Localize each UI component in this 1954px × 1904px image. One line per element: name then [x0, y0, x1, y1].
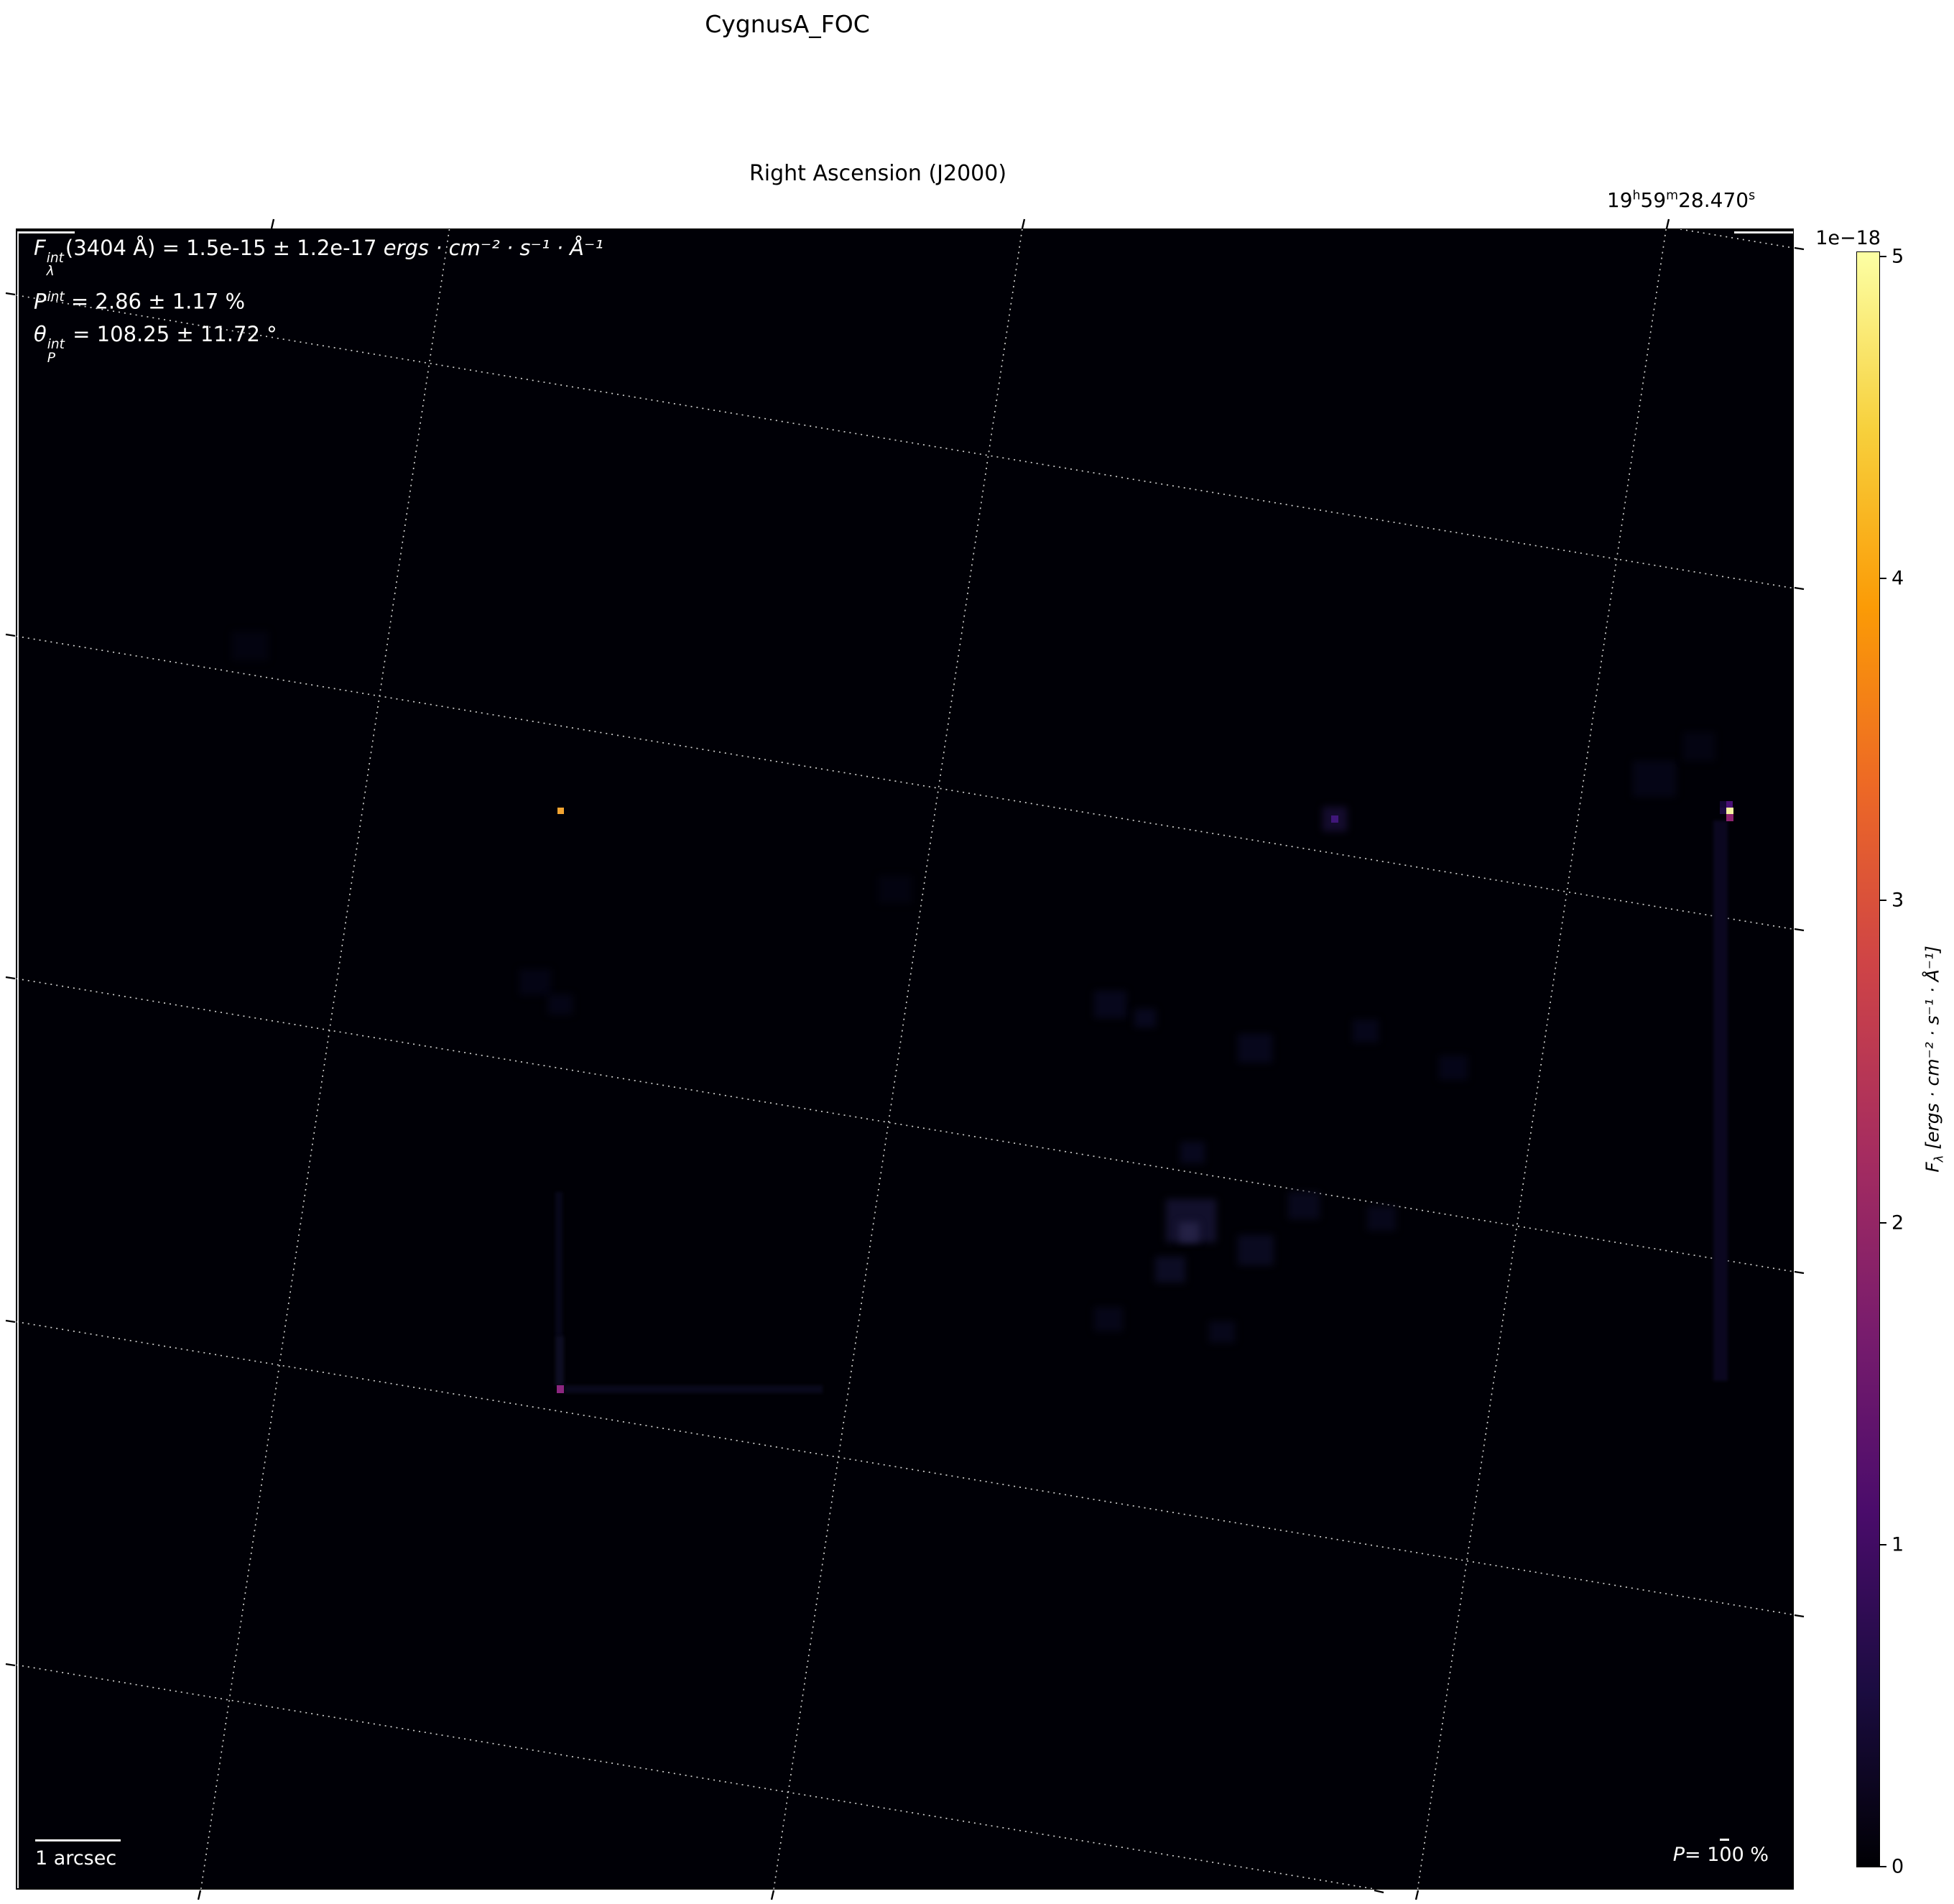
faint-emission-blob — [1683, 732, 1715, 761]
bright-pixel — [557, 808, 564, 814]
dec-gridline — [17, 1321, 1793, 1616]
colorbar-tick — [1880, 578, 1886, 580]
faint-emission-blob — [232, 632, 268, 660]
colorbar-unit-label: Fλ [ergs · cm⁻² · s⁻¹ · Å⁻¹] — [1922, 946, 1946, 1173]
faint-emission-blob — [1439, 1055, 1468, 1080]
faint-emission-blob — [1155, 1257, 1185, 1283]
colorbar-tick-label: 4 — [1892, 567, 1904, 590]
faint-streak — [555, 1192, 562, 1336]
polarization-line: Pint = 2.86 ± 1.17 % — [34, 289, 603, 314]
faint-emission-blob — [1134, 1009, 1156, 1027]
pol-symbol: P — [34, 289, 47, 314]
faint-emission-blob — [1238, 1034, 1272, 1063]
angle-line: θ int P = 108.25 ± 11.72 ° — [34, 324, 603, 365]
colorbar-tick-label: 1 — [1892, 1533, 1904, 1556]
pol-sup: int — [47, 289, 65, 305]
polref-value: = 100 % — [1685, 1844, 1769, 1866]
faint-emission-blob — [1353, 1020, 1379, 1043]
colorbar-scale-factor: 1e−18 — [1815, 227, 1881, 249]
cb-unit-sub: λ — [1932, 1155, 1946, 1163]
theta-sub: P — [47, 350, 55, 366]
faint-emission-blob — [1209, 1321, 1235, 1343]
bright-pixel — [1720, 808, 1726, 814]
ra-gridline — [773, 229, 1023, 1889]
faint-emission-blob — [1367, 1206, 1396, 1231]
bright-pixel — [1726, 808, 1733, 814]
flux-annotation: Fint λ (3404 Å) = 1.5e-15 ± 1.2e-17 ergs ·… — [34, 238, 603, 377]
faint-emission-blob — [1179, 1222, 1199, 1242]
faint-streak — [564, 1385, 823, 1393]
colorbar-tick — [1880, 900, 1886, 902]
dec-gridline — [17, 978, 1793, 1272]
faint-emission-blob — [1238, 1235, 1274, 1265]
cb-unit-symbol: F — [1922, 1162, 1943, 1173]
wcs-grid — [17, 229, 1793, 1889]
colorbar-tick — [1880, 1222, 1886, 1224]
colorbar-tick — [1880, 1544, 1886, 1546]
faint-streak — [555, 1336, 564, 1386]
polarization-vector — [17, 231, 19, 1888]
colorbar-tick-label: 2 — [1892, 1211, 1904, 1234]
cb-unit-rest: [ergs · cm⁻² · s⁻¹ · Å⁻¹] — [1922, 946, 1943, 1155]
sky-image: Fint λ (3404 Å) = 1.5e-15 ± 1.2e-17 ergs ·… — [17, 229, 1793, 1889]
polref-symbol: P — [1672, 1844, 1685, 1866]
bright-pixel — [557, 1385, 564, 1393]
theta-sup: int — [47, 337, 65, 353]
colorbar-tick-label: 0 — [1892, 1855, 1904, 1878]
colorbar-tick — [1880, 1866, 1886, 1868]
bright-pixel — [1726, 814, 1733, 821]
faint-emission-blob — [1094, 991, 1126, 1018]
flux-line: Fint λ (3404 Å) = 1.5e-15 ± 1.2e-17 ergs ·… — [34, 238, 603, 279]
polarization-vector — [17, 231, 75, 234]
theta-symbol: θ — [34, 322, 47, 347]
polarization-vector — [35, 1839, 121, 1842]
faint-streak — [1713, 821, 1728, 1381]
pol-value: = 2.86 ± 1.17 % — [64, 289, 246, 314]
faint-emission-blob — [879, 876, 912, 903]
flux-value: (3404 Å) = 1.5e-15 ± 1.2e-17 — [65, 236, 384, 260]
faint-emission-blob — [548, 994, 573, 1015]
faint-emission-blob — [1180, 1142, 1205, 1163]
scalebar-label: 1 arcsec — [35, 1847, 117, 1870]
flux-sub: λ — [46, 264, 55, 279]
flux-symbol: F — [34, 236, 46, 260]
theta-value: = 108.25 ± 11.72 ° — [65, 322, 277, 347]
ra-gridline — [200, 229, 450, 1889]
polarization-reference-label: P= 100 % — [1673, 1844, 1769, 1866]
faint-emission-blob — [1094, 1307, 1123, 1331]
bright-pixel — [1331, 815, 1338, 823]
faint-emission-blob — [519, 969, 551, 995]
sky-image-axes: Fint λ (3404 Å) = 1.5e-15 ± 1.2e-17 ergs ·… — [16, 228, 1794, 1890]
bright-pixel — [1726, 801, 1733, 808]
dec-gridline — [17, 1664, 1374, 1889]
colorbar-tick — [1880, 256, 1886, 258]
colorbar-tick-label: 5 — [1892, 245, 1904, 268]
faint-emission-blob — [1288, 1192, 1320, 1219]
flux-unit: ergs · cm⁻² · s⁻¹ · Å⁻¹ — [383, 236, 603, 260]
colorbar — [1856, 251, 1880, 1867]
figure-canvas: CygnusA_FOC Right Ascension (J2000) 19h5… — [0, 0, 1954, 1904]
polarization-vector — [1720, 1839, 1729, 1841]
colorbar-tick-label: 3 — [1892, 889, 1904, 912]
bright-pixel — [1720, 801, 1726, 808]
faint-emission-blob — [1633, 761, 1676, 797]
